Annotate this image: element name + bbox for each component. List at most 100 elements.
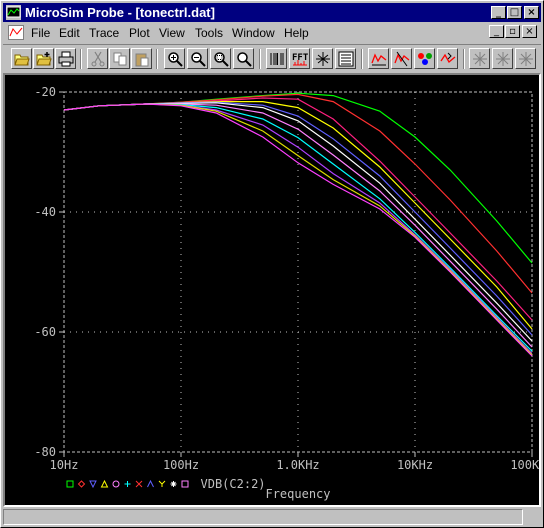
menu-help[interactable]: Help [284, 26, 309, 40]
legend-marker [66, 480, 74, 488]
legend-marker [124, 481, 131, 487]
series-line [63, 102, 533, 342]
copy-icon [113, 52, 127, 66]
probe-app-icon [6, 5, 21, 20]
cut-button[interactable] [87, 48, 108, 69]
close-button[interactable]: × [524, 6, 539, 19]
menu-bar: File Edit Trace Plot View Tools Window H… [3, 23, 541, 43]
toolbar-separator [80, 49, 82, 69]
eval-goal-icon [338, 51, 354, 67]
mark-label-button[interactable] [414, 48, 435, 69]
menu-edit[interactable]: Edit [59, 26, 80, 40]
print-icon [58, 51, 74, 67]
fourier-icon: FFT [292, 53, 308, 66]
y-tick-label: -80 [34, 445, 56, 459]
zoom-out-icon [191, 52, 206, 67]
open-append-button[interactable] [33, 48, 54, 69]
cursor-slope-button[interactable] [492, 48, 513, 69]
legend-marker [112, 480, 120, 488]
cursor-max-button[interactable] [515, 48, 536, 69]
copy-button[interactable] [109, 48, 130, 69]
minimize-button[interactable]: _ [491, 6, 506, 19]
zoom-in-icon [168, 52, 183, 67]
menu-trace[interactable]: Trace [89, 26, 119, 40]
cursor-max-icon [519, 52, 533, 66]
window-title: MicroSim Probe - [tonectrl.dat] [25, 5, 215, 20]
open-append-icon [36, 52, 52, 66]
series-line [63, 103, 533, 356]
mdi-restore-button[interactable]: ▫ [505, 25, 520, 38]
legend-marker [100, 479, 109, 488]
x-tick-label: 100Hz [163, 458, 199, 472]
legend-label: VDB(C2:2) [201, 477, 266, 491]
probe-chart[interactable]: -20 -40 -60 -8010Hz 100Hz 1.0KHz 10KHz 100KHz VD… [5, 75, 544, 505]
menu-file[interactable]: File [31, 26, 50, 40]
cursor-peak-button[interactable] [437, 48, 458, 69]
eval-goal-button[interactable] [335, 48, 356, 69]
x-tick-label: 10Hz [50, 458, 79, 472]
series-line [63, 101, 533, 330]
paste-icon [135, 53, 149, 67]
series-line [63, 93, 533, 294]
x-axis-label: Frequency [265, 487, 330, 501]
toolbar-separator [259, 49, 261, 69]
log-x-icon [270, 53, 284, 65]
toolbar: FFT [3, 44, 541, 73]
toolbar-separator [361, 49, 363, 69]
series-line [63, 92, 533, 264]
add-trace-icon [371, 53, 387, 66]
open-icon [14, 54, 30, 66]
mdi-close-button[interactable]: × [522, 25, 537, 38]
performance-analysis-icon [316, 52, 330, 66]
document-icon[interactable] [8, 25, 24, 40]
mark-label-icon [418, 53, 432, 65]
toolbar-separator [156, 49, 158, 69]
y-tick-label: -40 [34, 205, 56, 219]
x-tick-label: 1.0KHz [276, 458, 319, 472]
probe-window: MicroSim Probe - [tonectrl.dat] _ □ × Fi… [0, 0, 544, 528]
menu-tools[interactable]: Tools [195, 26, 223, 40]
zoom-area-button[interactable] [210, 48, 231, 69]
toggle-cursor-icon [394, 51, 410, 67]
fourier-button[interactable]: FFT [289, 48, 310, 69]
x-tick-label: 10KHz [397, 458, 433, 472]
zoom-fit-icon [237, 52, 252, 67]
performance-analysis-button[interactable] [312, 48, 333, 69]
log-x-button[interactable] [266, 48, 287, 69]
open-button[interactable] [11, 48, 32, 69]
series-line [63, 103, 533, 355]
y-tick-label: -20 [34, 85, 56, 99]
y-tick-label: -60 [34, 325, 56, 339]
title-bar[interactable]: MicroSim Probe - [tonectrl.dat] _ □ × [3, 3, 541, 22]
svg-text:FFT: FFT [292, 53, 308, 63]
cursor-trough-button[interactable] [469, 48, 490, 69]
toggle-cursor-button[interactable] [391, 48, 412, 69]
legend-marker [181, 480, 189, 488]
paste-button[interactable] [131, 48, 152, 69]
legend-marker [147, 479, 154, 488]
status-bar [3, 508, 541, 526]
cursor-trough-icon [473, 52, 487, 66]
legend-marker [77, 480, 86, 488]
maximize-button[interactable]: □ [507, 6, 522, 19]
cut-icon [91, 51, 105, 67]
legend-marker [89, 480, 97, 489]
x-tick-label: 100KHz [510, 458, 539, 472]
legend-marker [170, 481, 177, 487]
add-trace-button[interactable] [368, 48, 389, 69]
zoom-in-button[interactable] [164, 48, 185, 69]
mdi-minimize-button[interactable]: _ [489, 25, 504, 38]
plot-area[interactable]: -20 -40 -60 -8010Hz 100Hz 1.0KHz 10KHz 100KHz VD… [3, 73, 544, 507]
legend-marker [135, 480, 143, 488]
menu-plot[interactable]: Plot [129, 26, 150, 40]
status-pane [3, 509, 523, 525]
toolbar-separator [463, 49, 465, 69]
zoom-area-icon [214, 52, 229, 67]
series-line [63, 97, 533, 321]
print-button[interactable] [55, 48, 76, 69]
menu-window[interactable]: Window [232, 26, 275, 40]
menu-view[interactable]: View [159, 26, 185, 40]
zoom-out-button[interactable] [187, 48, 208, 69]
zoom-fit-button[interactable] [233, 48, 254, 69]
legend-marker [158, 480, 166, 487]
